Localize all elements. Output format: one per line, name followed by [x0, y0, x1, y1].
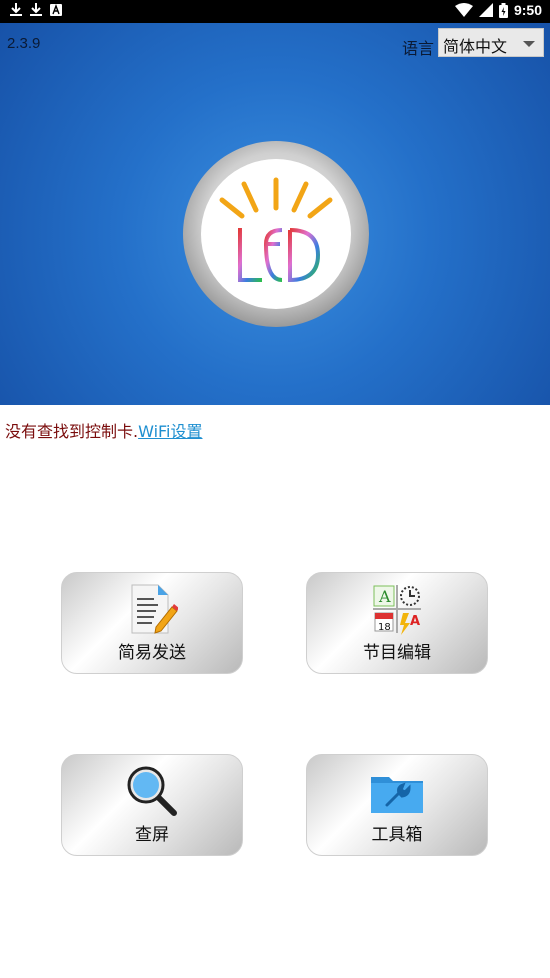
language-select-value: 简体中文 [443, 37, 508, 56]
program-edit-button[interactable]: A 18 A 节目编辑 [306, 572, 488, 674]
toolbox-folder-icon [369, 765, 425, 821]
tile-label: 工具箱 [371, 825, 423, 845]
document-edit-icon [126, 583, 179, 639]
led-logo [182, 140, 370, 328]
language-label: 语言 [402, 39, 435, 58]
battery-icon [498, 2, 508, 18]
download-icon [10, 3, 22, 17]
download-icon [30, 3, 42, 17]
signal-icon [478, 3, 493, 17]
no-controller-text: 没有查找到控制卡. [5, 422, 139, 441]
magnifier-icon [126, 765, 178, 821]
status-bar: 9:50 [0, 0, 550, 23]
toolbox-button[interactable]: 工具箱 [306, 754, 488, 856]
check-screen-button[interactable]: 查屏 [61, 754, 243, 856]
language-select[interactable]: 简体中文 [438, 28, 544, 57]
svg-text:A: A [410, 614, 420, 629]
version-label: 2.3.9 [7, 35, 41, 52]
wifi-icon [454, 3, 473, 17]
chevron-down-icon [523, 41, 535, 47]
tile-label: 简易发送 [118, 643, 186, 663]
svg-text:18: 18 [378, 622, 391, 633]
app-notification-icon [50, 4, 62, 16]
wifi-settings-link[interactable]: WiFi设置 [138, 422, 202, 441]
tile-label: 节目编辑 [363, 643, 431, 663]
tile-label: 查屏 [135, 825, 169, 845]
program-grid-icon: A 18 A [371, 583, 423, 639]
svg-text:A: A [378, 587, 391, 606]
status-message: 没有查找到控制卡.WiFi设置 [5, 418, 203, 442]
header-banner: 2.3.9 语言 简体中文 [0, 23, 550, 405]
clock: 9:50 [513, 2, 542, 18]
easy-send-button[interactable]: 简易发送 [61, 572, 243, 674]
